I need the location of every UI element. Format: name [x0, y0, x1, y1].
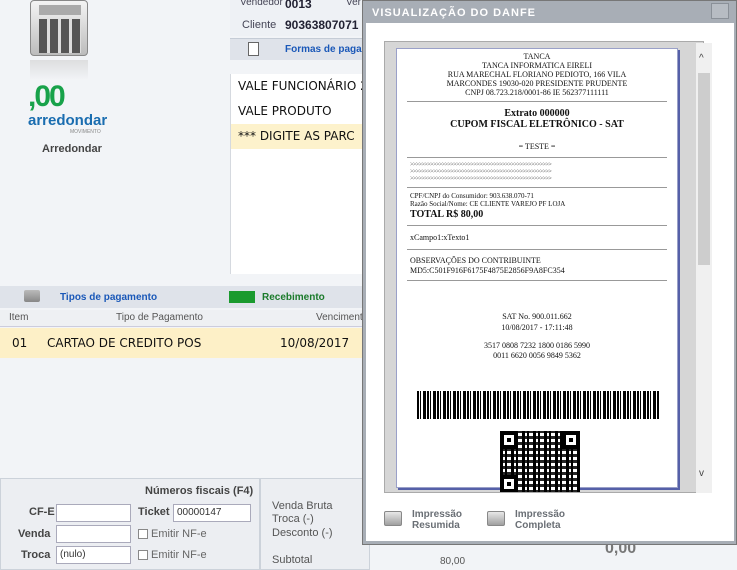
list-item[interactable]: VALE PRODUTO — [231, 99, 370, 124]
danfe-dialog: Visualização do DANFE TANCA TANCA INFORM… — [362, 0, 737, 545]
cupom: CUPOM FISCAL ELETRÔNICO - SAT — [450, 119, 624, 130]
list-item[interactable]: VALE FUNCIONÁRIO 2 — [231, 74, 370, 99]
tab-receipt[interactable]: Recebimento — [262, 292, 325, 303]
ticket-label: Ticket — [138, 506, 170, 518]
arrow-line: >>>>>>>>>>>>>>>>>>>>>>>>>>>>>>>>>>>>>>>>… — [410, 162, 552, 168]
total-line: TOTAL R$ 80,00 — [410, 209, 484, 220]
printer-icon — [487, 511, 505, 526]
payment-tabs: Tipos de pagamento Recebimento — [0, 286, 370, 308]
md5-line: MD5:C501F916F6175F4875E2856F9A8FC354 — [410, 266, 565, 275]
company-line: TANCA INFORMATICA EIRELI — [481, 61, 593, 70]
arredondar-logo: ,00 arredondar MOVIMENTO — [28, 80, 138, 136]
print-summary-button[interactable]: Impressão Resumida — [384, 507, 474, 537]
cfe-field[interactable] — [56, 504, 131, 522]
emit-nfe-label-2: Emitir NF-e — [151, 549, 207, 561]
logo-mark: ,00 — [28, 80, 66, 113]
company-line: RUA MARECHAL FLORIANO PEDIOTO, 166 VILA — [447, 70, 627, 79]
card-icon — [24, 290, 40, 302]
list-item[interactable]: *** DIGITE AS PARC — [231, 124, 370, 149]
sat-number: SAT No. 900.011.662 — [502, 312, 572, 321]
company-line: TANCA — [523, 52, 551, 61]
table-header: Item Tipo de Pagamento Vencimento — [0, 310, 370, 327]
printer-icon — [384, 511, 402, 526]
payment-forms-list: VALE FUNCIONÁRIO 2 VALE PRODUTO *** DIGI… — [230, 74, 370, 274]
row-date: 10/08/2017 — [280, 336, 350, 350]
dialog-title: Visualização do DANFE — [372, 7, 536, 19]
receipt-viewer[interactable]: TANCA TANCA INFORMATICA EIRELI RUA MAREC… — [384, 41, 704, 493]
teste: = TESTE = — [518, 142, 556, 151]
venda-bruta-label: Venda Bruta — [272, 500, 333, 512]
vendedor-value: 0013 — [285, 0, 312, 11]
customer-header: 0013 Vendedor Ver Cliente 90363807071 — [230, 0, 370, 36]
tab-payment-types[interactable]: Tipos de pagamento — [60, 292, 157, 303]
venda-field[interactable] — [56, 525, 131, 543]
row-type: CARTAO DE CREDITO POS — [47, 336, 202, 350]
document-icon — [248, 42, 259, 56]
ticket-field[interactable]: 00000147 — [173, 504, 251, 522]
xcampo-line: xCampo1:xTexto1 — [410, 233, 470, 242]
arrow-line: >>>>>>>>>>>>>>>>>>>>>>>>>>>>>>>>>>>>>>>>… — [410, 176, 552, 182]
cliente-value: 90363807071 — [285, 18, 359, 32]
emit-nfe-label: Emitir NF-e — [151, 528, 207, 540]
access-key-2: 0011 6620 0056 9849 5362 — [493, 351, 581, 360]
troca-label: Troca — [21, 549, 51, 561]
calculator-icon — [30, 0, 88, 56]
vendedor-extra: Ver — [346, 0, 362, 8]
close-button[interactable] — [711, 3, 729, 19]
venda-label: Venda — [18, 528, 51, 540]
arredondar-button[interactable]: Arredondar — [42, 143, 102, 155]
company-line: MARCONDES 19030-020 PRESIDENTE PRUDENTE — [446, 79, 628, 88]
calculator-button[interactable] — [24, 0, 94, 88]
cpf-line: CPF/CNPJ do Consumidor: 903.638.070-71 — [410, 192, 534, 200]
col-date: Vencimento — [316, 312, 369, 323]
extrato: Extrato 000000 — [504, 108, 570, 119]
table-row[interactable]: 01 CARTAO DE CREDITO POS 10/08/2017 — [0, 328, 370, 358]
print-label: Impressão — [515, 509, 566, 520]
subtotal-label: Subtotal — [272, 554, 313, 566]
logo-sub: MOVIMENTO — [70, 129, 101, 135]
subtotal-value: 80,00 — [440, 556, 466, 567]
print-label: Impressão — [412, 509, 463, 520]
forms-title: Formas de pagan — [285, 44, 368, 55]
scroll-down-icon[interactable]: v — [699, 468, 704, 479]
dialog-body: TANCA TANCA INFORMATICA EIRELI RUA MAREC… — [366, 23, 734, 541]
troca-total-label: Troca (-) — [272, 513, 314, 525]
scroll-up-icon[interactable]: ^ — [699, 53, 704, 64]
col-type: Tipo de Pagamento — [116, 312, 203, 323]
totals-panel: Venda Bruta Troca (-) Desconto (-) Subto… — [260, 478, 370, 570]
razao-line: Razão Social/Nome: CE CLIENTE VAREJO PF … — [410, 200, 566, 208]
barcode — [417, 391, 659, 419]
access-key-1: 3517 0808 7232 1800 0186 5990 — [484, 341, 590, 350]
receipt-page: TANCA TANCA INFORMATICA EIRELI RUA MAREC… — [396, 48, 678, 492]
forms-header: Formas de pagan — [230, 38, 370, 60]
money-icon — [229, 291, 255, 303]
logo-word: arredondar — [28, 112, 108, 129]
desconto-label: Desconto (-) — [272, 527, 333, 539]
row-item: 01 — [12, 336, 28, 350]
troca-field[interactable]: (nulo) — [56, 546, 131, 564]
fiscal-numbers-panel: Números fiscais (F4) CF-E Ticket 0000014… — [0, 478, 260, 570]
obs-title: OBSERVAÇÕES DO CONTRIBUINTE — [410, 256, 541, 265]
print-label: Resumida — [412, 520, 460, 531]
company-line: CNPJ 08.723.218/0001-86 IE 562377111111 — [465, 88, 609, 97]
sat-date: 10/08/2017 - 17:11:48 — [501, 323, 573, 332]
emit-nfe-checkbox[interactable] — [138, 529, 148, 539]
print-label: Completa — [515, 520, 561, 531]
arrow-line: >>>>>>>>>>>>>>>>>>>>>>>>>>>>>>>>>>>>>>>>… — [410, 169, 552, 175]
qr-code — [500, 431, 580, 492]
emit-nfe-checkbox-2[interactable] — [138, 550, 148, 560]
scrollbar-thumb[interactable] — [698, 73, 710, 265]
vendedor-label: Vendedor — [240, 0, 283, 8]
vertical-scrollbar[interactable]: ^ v — [696, 43, 712, 493]
print-full-button[interactable]: Impressão Completa — [487, 507, 577, 537]
col-item: Item — [9, 312, 29, 323]
cliente-label: Cliente — [242, 19, 277, 31]
cfe-label: CF-E — [29, 506, 55, 518]
fiscal-title: Números fiscais (F4) — [145, 485, 254, 497]
